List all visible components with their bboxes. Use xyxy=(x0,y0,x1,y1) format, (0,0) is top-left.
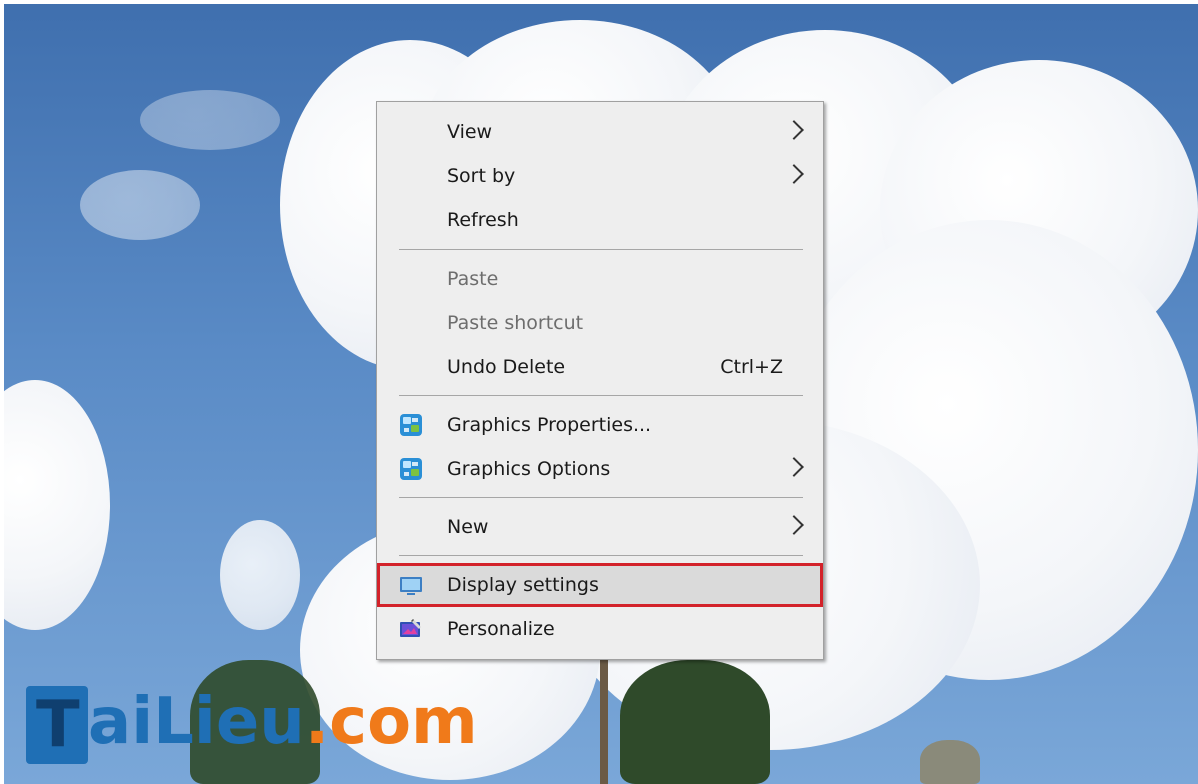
tree xyxy=(620,660,770,784)
cloud xyxy=(0,380,110,630)
chevron-right-icon xyxy=(784,457,804,477)
menu-item-label: Paste xyxy=(447,268,499,290)
menu-item-label: Sort by xyxy=(447,165,516,187)
chevron-right-icon xyxy=(784,164,804,184)
menu-item-label: View xyxy=(447,121,493,143)
watermark-logo: T aiLieu.com xyxy=(26,680,478,770)
frame-border xyxy=(0,0,4,784)
cloud xyxy=(220,520,300,630)
menu-item-label: Undo Delete xyxy=(447,356,566,378)
menu-item-paste[interactable]: Paste xyxy=(377,257,823,301)
menu-item-sort-by[interactable]: Sort by xyxy=(377,154,823,198)
frame-border xyxy=(0,0,1198,4)
menu-item-graphics-options[interactable]: Graphics Options xyxy=(377,447,823,491)
cloud xyxy=(80,170,200,240)
menu-item-new[interactable]: New xyxy=(377,505,823,549)
intel-graphics-icon xyxy=(399,413,423,437)
tree xyxy=(920,740,980,784)
menu-item-label: Personalize xyxy=(447,618,555,640)
logo-badge: T xyxy=(26,686,88,764)
menu-item-refresh[interactable]: Refresh xyxy=(377,198,823,242)
menu-item-view[interactable]: View xyxy=(377,110,823,154)
keyboard-shortcut: Ctrl+Z xyxy=(720,356,783,378)
menu-separator xyxy=(399,555,803,556)
logo-text-main: aiLieu xyxy=(88,685,305,759)
menu-item-graphics-properties[interactable]: Graphics Properties... xyxy=(377,403,823,447)
logo-text: aiLieu.com xyxy=(88,680,478,764)
logo-text-domain: .com xyxy=(304,685,478,759)
personalize-icon xyxy=(399,617,423,641)
menu-item-label: Graphics Properties... xyxy=(447,414,652,436)
menu-item-label: Paste shortcut xyxy=(447,312,584,334)
menu-item-label: Graphics Options xyxy=(447,458,611,480)
menu-separator xyxy=(399,249,803,250)
menu-item-label: Display settings xyxy=(447,574,599,596)
menu-item-label: Refresh xyxy=(447,209,519,231)
chevron-right-icon xyxy=(784,515,804,535)
tree-trunk xyxy=(600,660,608,784)
chevron-right-icon xyxy=(784,120,804,140)
menu-item-paste-shortcut[interactable]: Paste shortcut xyxy=(377,301,823,345)
menu-item-undo-delete[interactable]: Undo Delete Ctrl+Z xyxy=(377,345,823,389)
menu-item-display-settings[interactable]: Display settings xyxy=(377,563,823,607)
cloud xyxy=(140,90,280,150)
intel-graphics-icon xyxy=(399,457,423,481)
menu-item-label: New xyxy=(447,516,489,538)
desktop-context-menu: View Sort by Refresh Paste Paste shortcu… xyxy=(376,101,824,660)
menu-separator xyxy=(399,497,803,498)
display-monitor-icon xyxy=(399,573,423,597)
menu-item-personalize[interactable]: Personalize xyxy=(377,607,823,651)
logo-letter: T xyxy=(36,688,80,762)
menu-separator xyxy=(399,395,803,396)
